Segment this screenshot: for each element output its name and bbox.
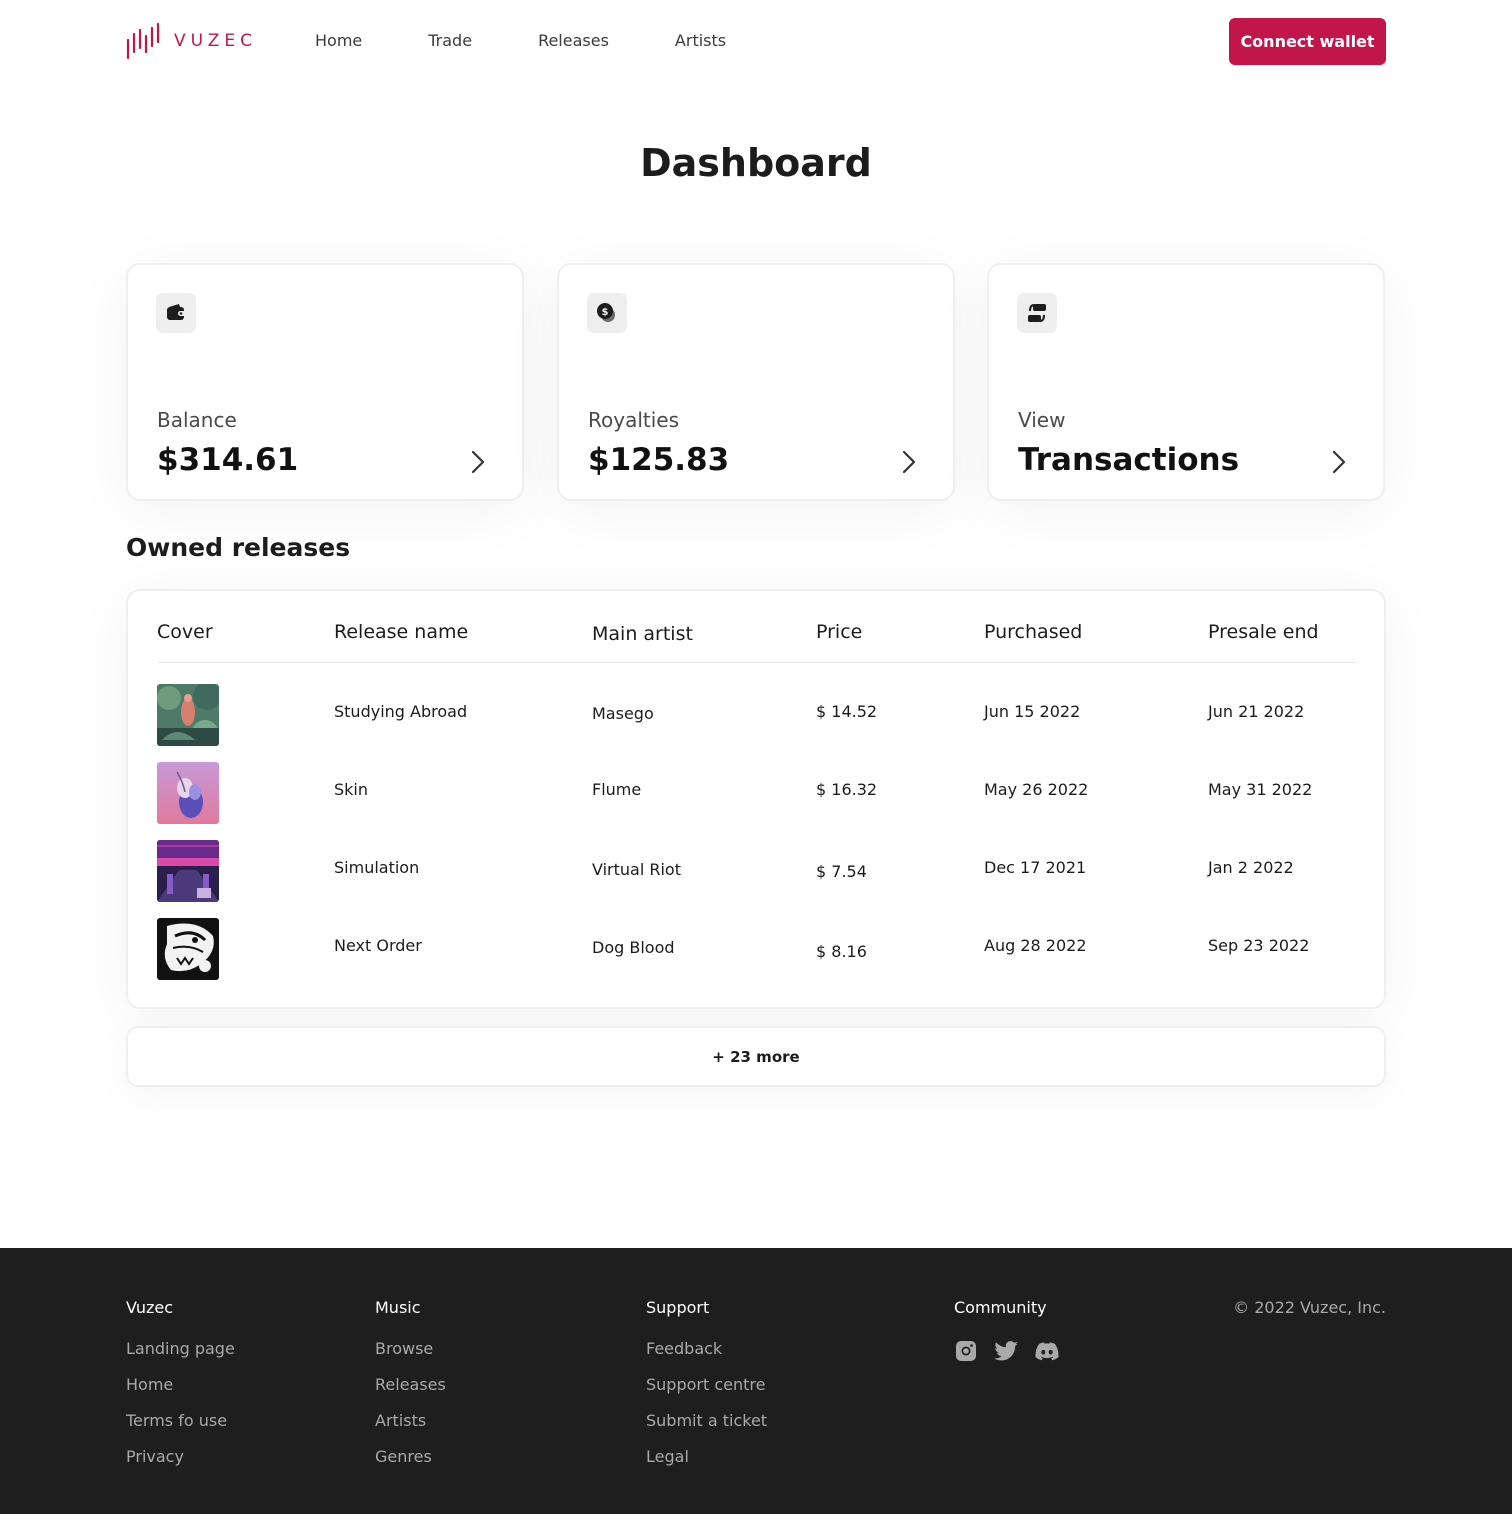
wallet-icon (156, 293, 196, 333)
presale-end-date: Jun 21 2022 (1208, 702, 1305, 721)
footer-link-genres[interactable]: Genres (375, 1447, 446, 1483)
footer: Vuzec Landing page Home Terms fo use Pri… (0, 1248, 1512, 1514)
footer-link-submit-ticket[interactable]: Submit a ticket (646, 1411, 767, 1447)
presale-end-date: Sep 23 2022 (1208, 936, 1310, 955)
royalties-value: $125.83 (588, 442, 730, 478)
transactions-card[interactable]: View Transactions (987, 263, 1385, 501)
transactions-value: Transactions (1018, 442, 1240, 478)
footer-column-vuzec: Vuzec Landing page Home Terms fo use Pri… (126, 1298, 235, 1483)
royalties-card[interactable]: $ Royalties $125.83 (557, 263, 955, 501)
footer-heading: Support (646, 1298, 710, 1317)
purchased-date: May 26 2022 (984, 780, 1089, 799)
footer-heading: Vuzec (126, 1298, 174, 1317)
footer-link-privacy[interactable]: Privacy (126, 1447, 235, 1483)
main-artist[interactable]: Dog Blood (592, 938, 675, 957)
footer-column-support: Support Feedback Support centre Submit a… (646, 1298, 767, 1483)
footer-link-browse[interactable]: Browse (375, 1339, 446, 1375)
main-artist[interactable]: Virtual Riot (592, 860, 681, 879)
price: $ 16.32 (816, 780, 878, 799)
column-header-release-name[interactable]: Release name (334, 621, 468, 643)
table-row[interactable]: Next Order Dog Blood $ 8.16 Aug 28 2022 … (128, 918, 1384, 982)
column-header-cover[interactable]: Cover (157, 621, 213, 643)
footer-link-legal[interactable]: Legal (646, 1447, 767, 1483)
table-row[interactable]: Skin Flume $ 16.32 May 26 2022 May 31 20… (128, 762, 1384, 826)
nav-home[interactable]: Home (315, 31, 362, 50)
purchased-date: Dec 17 2021 (984, 858, 1087, 877)
nav-trade[interactable]: Trade (428, 31, 472, 50)
sound-wave-logo-icon (126, 22, 160, 60)
release-name: Skin (334, 780, 369, 799)
price: $ 7.54 (816, 862, 867, 881)
release-name: Studying Abroad (334, 702, 468, 721)
page-title: Dashboard (640, 141, 872, 185)
album-cover[interactable] (157, 918, 219, 980)
purchased-date: Aug 28 2022 (984, 936, 1087, 955)
column-header-price[interactable]: Price (816, 621, 862, 643)
transactions-label: View (1018, 408, 1066, 432)
price: $ 8.16 (816, 942, 867, 961)
balance-label: Balance (157, 408, 237, 432)
exchange-icon (1017, 293, 1057, 333)
dollar-coin-icon: $ (587, 293, 627, 333)
brand-name: VUZEC (174, 31, 258, 51)
main-nav: Home Trade Releases Artists (315, 31, 792, 50)
show-more-button[interactable]: + 23 more (126, 1026, 1386, 1087)
table-row[interactable]: Simulation Virtual Riot $ 7.54 Dec 17 20… (128, 840, 1384, 904)
album-cover[interactable] (157, 840, 219, 902)
releases-table: Cover Release name Main artist Price Pur… (126, 589, 1386, 1009)
album-cover[interactable] (157, 762, 219, 824)
header-divider (157, 662, 1356, 663)
footer-link-feedback[interactable]: Feedback (646, 1339, 767, 1375)
column-header-main-artist[interactable]: Main artist (592, 623, 693, 645)
footer-link-support-centre[interactable]: Support centre (646, 1375, 767, 1411)
owned-releases-title: Owned releases (126, 533, 351, 562)
balance-value: $314.61 (157, 442, 299, 478)
instagram-icon[interactable] (954, 1339, 980, 1365)
footer-link-artists[interactable]: Artists (375, 1411, 446, 1447)
header: VUZEC Home Trade Releases Artists Connec… (0, 0, 1512, 84)
connect-wallet-button[interactable]: Connect wallet (1229, 18, 1386, 65)
chevron-right-icon[interactable] (901, 449, 917, 475)
purchased-date: Jun 15 2022 (984, 702, 1081, 721)
balance-card[interactable]: Balance $314.61 (126, 263, 524, 501)
chevron-right-icon[interactable] (1331, 449, 1347, 475)
copyright: © 2022 Vuzec, Inc. (1233, 1298, 1386, 1317)
chevron-right-icon[interactable] (470, 449, 486, 475)
footer-column-music: Music Browse Releases Artists Genres (375, 1298, 446, 1483)
logo[interactable]: VUZEC (126, 22, 257, 60)
column-header-purchased[interactable]: Purchased (984, 621, 1082, 643)
presale-end-date: May 31 2022 (1208, 780, 1313, 799)
svg-text:$: $ (602, 307, 609, 318)
footer-link-releases[interactable]: Releases (375, 1375, 446, 1411)
footer-heading: Community (954, 1298, 1047, 1317)
royalties-label: Royalties (588, 408, 680, 432)
column-header-presale-end[interactable]: Presale end (1208, 621, 1319, 643)
social-links (954, 1339, 1060, 1365)
twitter-icon[interactable] (994, 1339, 1020, 1365)
footer-link-landing-page[interactable]: Landing page (126, 1339, 235, 1375)
price: $ 14.52 (816, 702, 878, 721)
release-name: Next Order (334, 936, 422, 955)
footer-link-terms[interactable]: Terms fo use (126, 1411, 235, 1447)
footer-link-home[interactable]: Home (126, 1375, 235, 1411)
discord-icon[interactable] (1034, 1339, 1060, 1365)
table-row[interactable]: Studying Abroad Masego $ 14.52 Jun 15 20… (128, 684, 1384, 748)
nav-artists[interactable]: Artists (675, 31, 726, 50)
release-name: Simulation (334, 858, 420, 877)
presale-end-date: Jan 2 2022 (1208, 858, 1294, 877)
nav-releases[interactable]: Releases (538, 31, 609, 50)
main-artist[interactable]: Flume (592, 780, 641, 799)
footer-heading: Music (375, 1298, 421, 1317)
album-cover[interactable] (157, 684, 219, 746)
main-artist[interactable]: Masego (592, 704, 654, 723)
footer-column-community: Community (954, 1298, 1060, 1365)
